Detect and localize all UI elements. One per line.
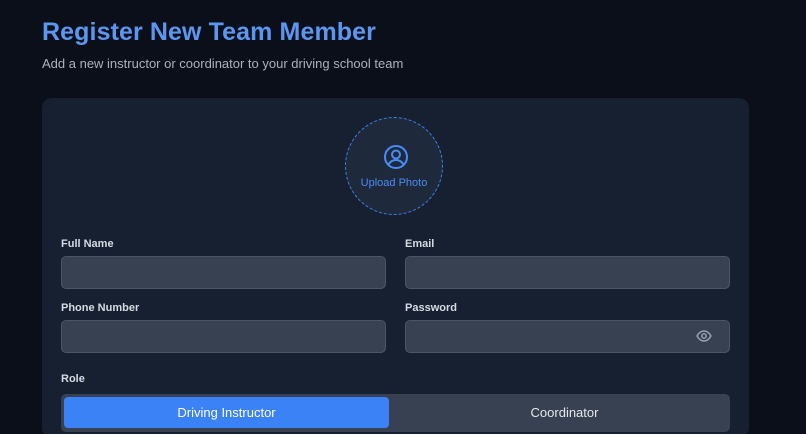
role-option-driving-instructor[interactable]: Driving Instructor [64,397,389,428]
password-label: Password [405,302,457,314]
phone-number-input[interactable] [61,320,386,353]
page-title: Register New Team Member [42,18,376,46]
page-subtitle: Add a new instructor or coordinator to y… [42,56,404,71]
full-name-input[interactable] [61,256,386,289]
full-name-label: Full Name [61,238,114,250]
eye-icon[interactable] [696,328,712,344]
phone-number-label: Phone Number [61,302,140,314]
role-toggle: Driving Instructor Coordinator [61,394,730,432]
upload-photo-label: Upload Photo [360,177,428,189]
role-option-coordinator[interactable]: Coordinator [402,397,727,428]
upload-photo-button[interactable]: Upload Photo [345,117,443,215]
password-input[interactable] [405,320,730,353]
register-page: Register New Team Member Add a new instr… [0,0,806,434]
registration-form-card: Upload Photo Full Name Email Phone Numbe… [42,98,749,434]
email-label: Email [405,238,435,250]
email-input[interactable] [405,256,730,289]
role-label: Role [61,373,85,385]
user-circle-icon [384,145,408,169]
